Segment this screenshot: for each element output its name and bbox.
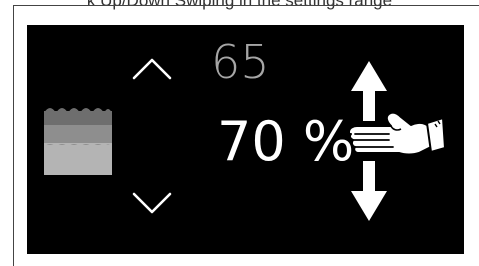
humidity-layers-icon [44, 108, 112, 175]
increase-button[interactable] [131, 55, 173, 81]
current-value-display[interactable]: 70 % [217, 115, 354, 169]
chevron-up-icon [132, 58, 172, 80]
current-value: 70 [217, 110, 286, 173]
control-display: 65 70 % [27, 25, 464, 254]
decrease-button[interactable] [131, 191, 173, 217]
chevron-down-icon [132, 192, 172, 214]
pointing-hand-icon [348, 111, 446, 156]
previous-value: 65 [211, 35, 270, 89]
